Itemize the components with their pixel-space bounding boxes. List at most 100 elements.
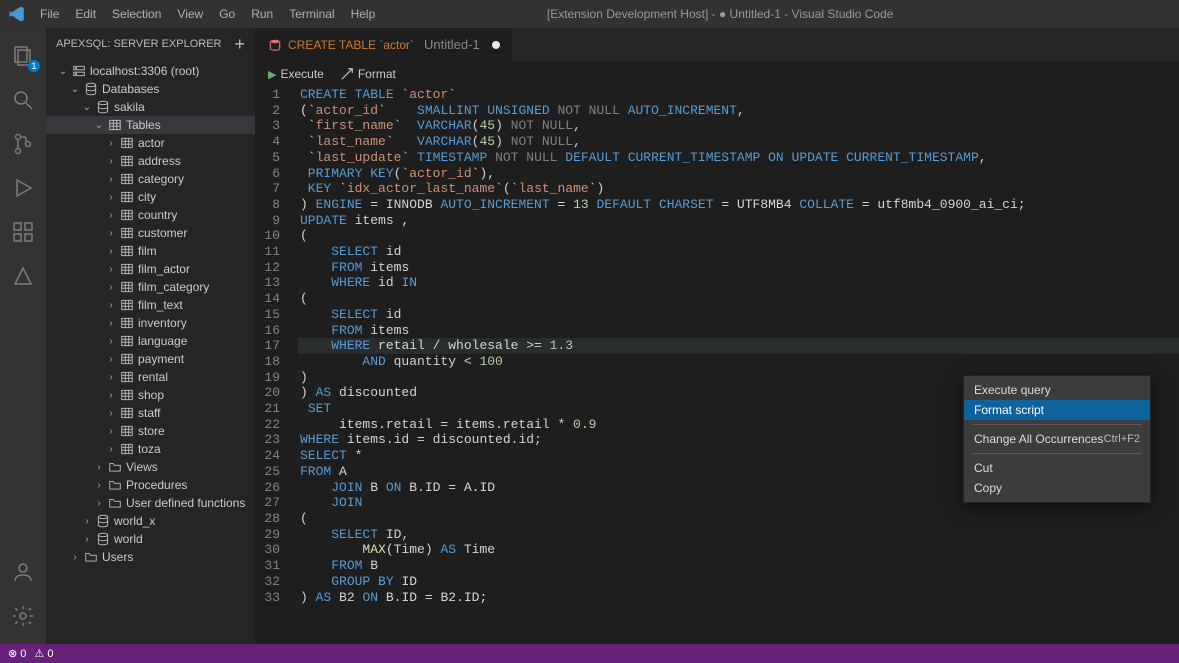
chevron-right-icon[interactable]: › (104, 298, 118, 312)
code-line[interactable]: UPDATE items , (298, 213, 1179, 229)
menu-run[interactable]: Run (243, 3, 281, 25)
menu-view[interactable]: View (169, 3, 211, 25)
chevron-right-icon[interactable]: › (104, 280, 118, 294)
activity-settings-icon[interactable] (0, 594, 46, 638)
tree-row[interactable]: ›world (46, 530, 255, 548)
tree-row[interactable]: ›Procedures (46, 476, 255, 494)
code-line[interactable]: ) ENGINE = INNODB AUTO_INCREMENT = 13 DE… (298, 197, 1179, 213)
execute-button[interactable]: ▶ Execute (268, 67, 324, 81)
code-line[interactable]: PRIMARY KEY(`actor_id`), (298, 166, 1179, 182)
code-line[interactable]: FROM items (298, 323, 1179, 339)
code-line[interactable]: ( (298, 511, 1179, 527)
tree-row[interactable]: ›film_category (46, 278, 255, 296)
chevron-right-icon[interactable]: › (92, 460, 106, 474)
code-line[interactable]: SELECT ID, (298, 527, 1179, 543)
context-item[interactable]: Cut (964, 458, 1150, 478)
code-line[interactable]: CREATE TABLE `actor` (298, 87, 1179, 103)
tree-row[interactable]: ›rental (46, 368, 255, 386)
activity-explorer-icon[interactable]: 1 (0, 34, 46, 78)
code-line[interactable]: KEY `idx_actor_last_name`(`last_name`) (298, 181, 1179, 197)
chevron-right-icon[interactable]: › (104, 442, 118, 456)
code-line[interactable]: (`actor_id` SMALLINT UNSIGNED NOT NULL A… (298, 103, 1179, 119)
chevron-right-icon[interactable]: › (104, 316, 118, 330)
chevron-down-icon[interactable]: ⌄ (68, 82, 82, 96)
tree-row[interactable]: ⌄Tables (46, 116, 255, 134)
activity-search-icon[interactable] (0, 78, 46, 122)
chevron-right-icon[interactable]: › (104, 370, 118, 384)
tree-row[interactable]: ›world_x (46, 512, 255, 530)
chevron-right-icon[interactable]: › (92, 478, 106, 492)
chevron-right-icon[interactable]: › (104, 406, 118, 420)
chevron-right-icon[interactable]: › (104, 226, 118, 240)
chevron-right-icon[interactable]: › (104, 334, 118, 348)
context-item[interactable]: Execute query (964, 380, 1150, 400)
menu-selection[interactable]: Selection (104, 3, 169, 25)
code-line[interactable]: SELECT id (298, 307, 1179, 323)
tree-row[interactable]: ›Views (46, 458, 255, 476)
tree-row[interactable]: ›city (46, 188, 255, 206)
activity-scm-icon[interactable] (0, 122, 46, 166)
chevron-right-icon[interactable]: › (104, 262, 118, 276)
chevron-right-icon[interactable]: › (104, 136, 118, 150)
code-line[interactable]: `first_name` VARCHAR(45) NOT NULL, (298, 118, 1179, 134)
tree-row[interactable]: ⌄Databases (46, 80, 255, 98)
chevron-right-icon[interactable]: › (104, 424, 118, 438)
activity-debug-icon[interactable] (0, 166, 46, 210)
code-line[interactable]: AND quantity < 100 (298, 354, 1179, 370)
chevron-right-icon[interactable]: › (104, 154, 118, 168)
activity-apexsql-icon[interactable] (0, 254, 46, 298)
tree-row[interactable]: ›staff (46, 404, 255, 422)
menu-terminal[interactable]: Terminal (281, 3, 342, 25)
activity-account-icon[interactable] (0, 550, 46, 594)
tree-row[interactable]: ›actor (46, 134, 255, 152)
tree-row[interactable]: ›customer (46, 224, 255, 242)
chevron-right-icon[interactable]: › (104, 352, 118, 366)
code-line[interactable]: WHERE id IN (298, 275, 1179, 291)
activity-extensions-icon[interactable] (0, 210, 46, 254)
chevron-down-icon[interactable]: ⌄ (80, 100, 94, 114)
menu-help[interactable]: Help (343, 3, 384, 25)
chevron-down-icon[interactable]: ⌄ (92, 118, 106, 132)
editor[interactable]: 1234567891011121314151617181920212223242… (256, 87, 1179, 644)
code-line[interactable]: WHERE retail / wholesale >= 1.3 (298, 338, 1179, 354)
tree-row[interactable]: ›film_actor (46, 260, 255, 278)
code-line[interactable]: ( (298, 228, 1179, 244)
add-connection-icon[interactable]: + (234, 34, 245, 55)
chevron-right-icon[interactable]: › (104, 244, 118, 258)
menu-go[interactable]: Go (211, 3, 243, 25)
tree-row[interactable]: ›Users (46, 548, 255, 566)
code-line[interactable]: ) AS B2 ON B.ID = B2.ID; (298, 590, 1179, 606)
tree-row[interactable]: ›country (46, 206, 255, 224)
chevron-right-icon[interactable]: › (104, 190, 118, 204)
tree-row[interactable]: ›shop (46, 386, 255, 404)
tree-row[interactable]: ›language (46, 332, 255, 350)
chevron-right-icon[interactable]: › (92, 496, 106, 510)
status-warnings[interactable]: ⚠ 0 (34, 647, 53, 660)
tree-row[interactable]: ›toza (46, 440, 255, 458)
tree-row[interactable]: ›User defined functions (46, 494, 255, 512)
chevron-down-icon[interactable]: ⌄ (56, 64, 70, 78)
code-line[interactable]: GROUP BY ID (298, 574, 1179, 590)
code-line[interactable]: ( (298, 291, 1179, 307)
code-line[interactable]: MAX(Time) AS Time (298, 542, 1179, 558)
tree-row[interactable]: ⌄localhost:3306 (root) (46, 62, 255, 80)
tree-row[interactable]: ›payment (46, 350, 255, 368)
chevron-right-icon[interactable]: › (104, 208, 118, 222)
chevron-right-icon[interactable]: › (68, 550, 82, 564)
code-line[interactable]: FROM B (298, 558, 1179, 574)
menu-file[interactable]: File (32, 3, 67, 25)
tree-row[interactable]: ›film_text (46, 296, 255, 314)
server-tree[interactable]: ⌄localhost:3306 (root)⌄Databases⌄sakila⌄… (46, 60, 255, 644)
tree-row[interactable]: ›inventory (46, 314, 255, 332)
editor-tab[interactable]: CREATE TABLE `actor` Untitled-1 (256, 28, 513, 61)
chevron-right-icon[interactable]: › (104, 172, 118, 186)
chevron-right-icon[interactable]: › (80, 532, 94, 546)
code-line[interactable]: SELECT id (298, 244, 1179, 260)
context-item[interactable]: Change All OccurrencesCtrl+F2 (964, 429, 1150, 449)
code-line[interactable]: `last_name` VARCHAR(45) NOT NULL, (298, 134, 1179, 150)
code-line[interactable]: FROM items (298, 260, 1179, 276)
tree-row[interactable]: ›category (46, 170, 255, 188)
tree-row[interactable]: ⌄sakila (46, 98, 255, 116)
code-content[interactable]: CREATE TABLE `actor`(`actor_id` SMALLINT… (298, 87, 1179, 644)
tree-row[interactable]: ›store (46, 422, 255, 440)
